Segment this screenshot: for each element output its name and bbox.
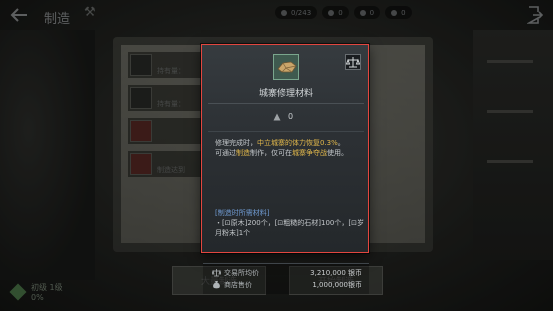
exchange-price-value: 3,210,000 银币: [310, 269, 362, 277]
item-description: 修理完成时，中立城寨的体力恢复0.3%。 可通过制造制作，仅可在城寨争夺战使用。: [215, 138, 363, 158]
shop-price-value: 1,000,000银币: [312, 281, 362, 289]
desc-highlight: 制造: [236, 149, 250, 157]
desc-text: 制作，仅可在: [250, 149, 292, 157]
exchange-price-row: 交易所均价 3,210,000 银币: [203, 267, 369, 279]
count-row: 0: [202, 112, 370, 124]
divider: [208, 103, 364, 104]
item-tooltip: 城寨修理材料 0 修理完成时，中立城寨的体力恢复0.3%。 可通过制造制作，仅可…: [201, 44, 370, 294]
desc-text: 修理完成时，: [215, 139, 257, 147]
item-name: 城寨修理材料: [258, 89, 313, 99]
desc-text: 使用。: [327, 149, 348, 157]
desc-text: 。: [337, 139, 345, 147]
money-bag-icon: [212, 280, 221, 289]
material-bundle-icon: [273, 54, 299, 80]
desc-highlight: 城寨争夺战: [292, 149, 327, 157]
shop-price-row: 商店售价 1,000,000银币: [203, 279, 369, 291]
exchange-scale-icon: [211, 268, 222, 277]
price-box: 交易所均价 3,210,000 银币 商店售价 1,000,000银币: [203, 263, 369, 294]
shop-price-label: 商店售价: [224, 281, 252, 289]
materials-title: [制造时所需材料]: [215, 209, 270, 217]
materials-list: ・[⊡原木]200个，[⊡粗糙的石材]100个，[⊡岁月粉末]1个: [215, 219, 364, 237]
triangle-weight-icon: [273, 113, 281, 121]
desc-highlight: 中立城寨的体力恢复0.3%: [257, 139, 338, 147]
exchange-price-label: 交易所均价: [224, 269, 259, 277]
scale-icon[interactable]: [345, 54, 361, 70]
item-count: 0: [288, 112, 294, 121]
divider: [208, 131, 364, 132]
desc-text: 可通过: [215, 149, 236, 157]
